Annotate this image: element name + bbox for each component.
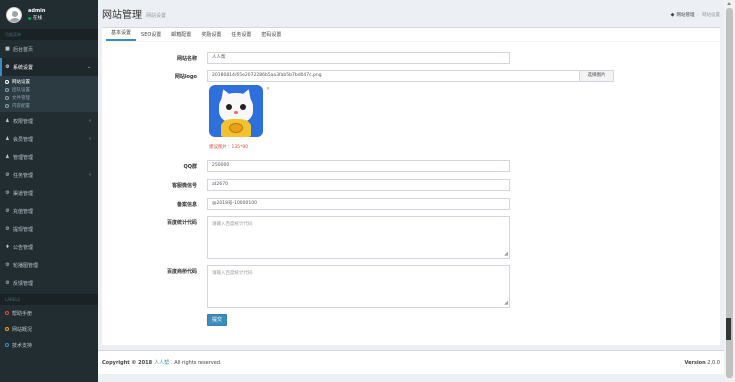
sidebar-item-carousel[interactable]: ⚙ 轮播图管理 [0,256,98,274]
sidebar-label-help[interactable]: 帮助手册 [0,305,98,321]
footer: Copyright © 2018 人人帮 . All rights reserv… [98,350,724,374]
sidebar-item-system[interactable]: ⚙ 系统设置 ⌄ [0,58,98,76]
logo-preview-image [209,85,263,137]
gear-icon: ⚙ [5,189,10,196]
sidebar-item-withdraw[interactable]: ⚙ 提现管理 [0,220,98,238]
sidebar: admin 在线 功能菜单 ■ 后台首页 ⚙ 系统设置 ⌄ 网站设置 团队设置 … [0,0,98,382]
submenu-item-content[interactable]: 内容配置 [0,102,98,110]
scroll-marker [726,318,731,340]
tab-reward[interactable]: 奖励设置 [196,31,226,41]
dashboard-icon: ◆ [670,12,675,18]
chevron-left-icon: ‹ [89,136,91,142]
bell-icon: ♦ [5,243,10,250]
icp-label: 备案信息 [176,202,197,208]
icp-input[interactable]: @2018号-10000100 [207,198,510,210]
sidebar-labels-header: LABELS [0,294,98,305]
submenu-item-site[interactable]: 网站设置 [0,78,98,86]
baidu-stat-label: 百度统计代码 [166,220,197,226]
circle-icon [5,327,9,331]
version-info: Version 2.0.0 [684,360,720,366]
sidebar-item-home[interactable]: ■ 后台首页 [0,40,98,58]
main-content: 网站管理 网站设置 ◆ 网站管理 / 网站设置 基本设置 SEO设置 邮箱配置 … [98,0,724,382]
qq-input[interactable]: 250000 [207,160,510,172]
resize-handle-icon[interactable]: ◢ [504,301,508,306]
home-icon: ■ [5,45,10,52]
breadcrumb-item[interactable]: 网站管理 [676,12,694,18]
circle-icon [5,96,9,100]
wechat-input[interactable]: at2670 [207,179,510,191]
baidu-push-textarea[interactable]: 请输入百度统计代码 ◢ [207,265,510,308]
gear-icon: ⚙ [5,279,10,286]
sidebar-nav-header: 功能菜单 [0,29,98,40]
circle-icon [5,311,9,315]
submit-button[interactable]: 提交 [207,314,227,326]
sidebar-item-tasks[interactable]: ⚙ 任务管理 ‹ [0,166,98,184]
wechat-label: 客服微信号 [171,183,197,189]
copyright-text: Copyright © 2018 [102,359,153,366]
circle-icon [5,343,9,347]
choose-image-button[interactable]: 选择图片 [580,70,614,82]
chevron-left-icon: ‹ [89,118,91,124]
page-subtitle: 网站设置 [146,12,167,19]
footer-site-link[interactable]: 人人帮 [154,359,169,366]
settings-box: 基本设置 SEO设置 邮箱配置 奖励设置 任务设置 密码设置 网站名称 人人帮 … [102,27,720,345]
sidebar-item-recharge[interactable]: ⚙ 充值管理 [0,202,98,220]
tab-password[interactable]: 密码设置 [256,31,286,41]
site-logo-label: 网站logo [174,74,197,80]
page-title: 网站管理 [102,10,142,21]
users-icon: ♟ [5,135,10,142]
online-dot-icon [28,16,31,20]
settings-tabs: 基本设置 SEO设置 邮箱配置 奖励设置 任务设置 密码设置 [102,28,720,42]
breadcrumb: ◆ 网站管理 / 网站设置 [670,12,720,18]
tab-task[interactable]: 任务设置 [226,31,256,41]
sidebar-item-feedback[interactable]: ⚙ 反馈管理 [0,274,98,292]
sidebar-item-members[interactable]: ♟ 会员管理 ‹ [0,130,98,148]
tab-basic[interactable]: 基本设置 [106,29,137,41]
circle-icon [5,88,9,92]
submenu-item-files[interactable]: 文件管理 [0,94,98,102]
circle-icon [5,80,9,84]
users-icon: ♟ [5,153,10,160]
site-logo-input[interactable]: 20180814/65e2072286b5aa3fab5b7bd047c.png [207,70,580,82]
gear-icon: ⚙ [5,171,10,178]
gear-icon: ⚙ [5,261,10,268]
resize-handle-icon[interactable]: ◢ [504,252,508,257]
sidebar-item-channels[interactable]: ⚙ 渠道管理 [0,184,98,202]
user-name: admin [28,7,46,14]
user-status: 在线 [28,15,45,22]
sidebar-item-admins[interactable]: ♟ 管理管理 [0,148,98,166]
scroll-up-icon[interactable] [727,2,731,5]
sidebar-item-permissions[interactable]: ♟ 权限管理 ‹ [0,112,98,130]
tab-seo[interactable]: SEO设置 [136,31,166,41]
system-submenu: 网站设置 团队设置 文件管理 内容配置 [0,76,98,112]
gear-icon: ⚙ [5,63,10,70]
sidebar-label-support[interactable]: 技术支持 [0,337,98,353]
breadcrumb-current: 网站设置 [702,13,720,18]
gear-icon: ⚙ [5,225,10,232]
gear-icon: ⚙ [5,207,10,214]
user-panel: admin 在线 [0,0,98,29]
sidebar-item-notice[interactable]: ♦ 公告管理 [0,238,98,256]
circle-icon [5,104,9,108]
logo-size-hint: 建议图片：135*90 [209,145,249,150]
content-header: 网站管理 网站设置 ◆ 网站管理 / 网站设置 [98,0,724,27]
baidu-push-label: 百度商桥代码 [166,269,197,275]
site-name-label: 网站名称 [176,56,197,62]
site-name-input[interactable]: 人人帮 [207,52,510,64]
remove-image-icon[interactable]: × [266,86,270,92]
avatar[interactable] [6,6,22,23]
qq-label: QQ群 [183,164,197,170]
copyright-suffix: . All rights reserved. [171,359,222,366]
submenu-item-team[interactable]: 团队设置 [0,86,98,94]
chevron-left-icon: ‹ [89,172,91,178]
sidebar-label-overview[interactable]: 网站概况 [0,321,98,337]
baidu-stat-textarea[interactable]: 请输入百度统计代码 ◢ [207,216,510,259]
chevron-down-icon: ⌄ [86,64,91,70]
tab-email[interactable]: 邮箱配置 [166,31,196,41]
users-icon: ♟ [5,117,10,124]
